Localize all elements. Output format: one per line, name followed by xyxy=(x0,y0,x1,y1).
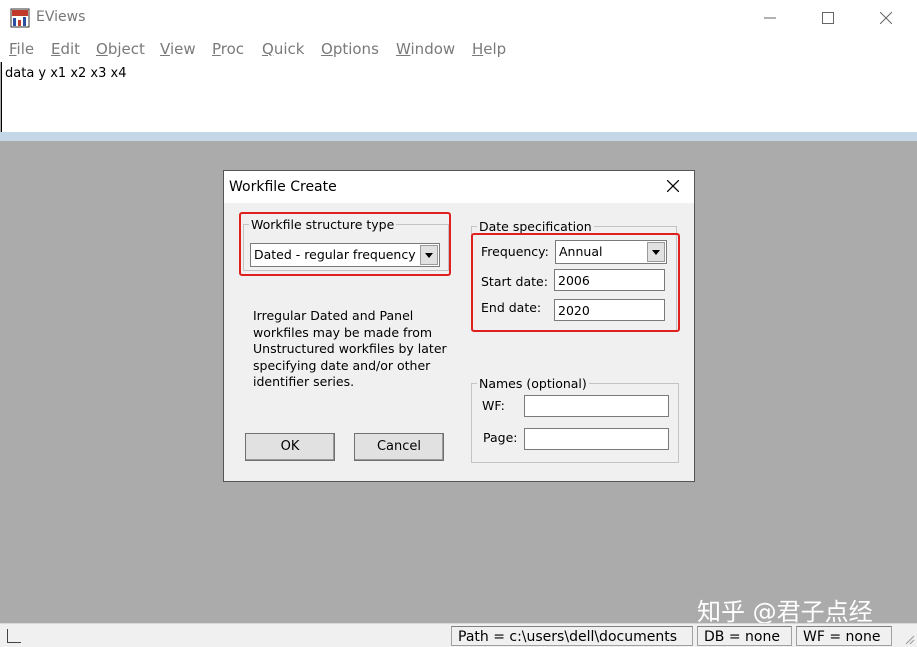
status-path[interactable]: Path = c:\users\dell\documents xyxy=(451,626,693,646)
ok-button[interactable]: OK xyxy=(245,433,335,461)
page-name-label: Page: xyxy=(483,430,518,445)
cancel-button[interactable]: Cancel xyxy=(354,433,444,461)
menu-options[interactable]: Options xyxy=(321,40,379,58)
close-icon xyxy=(879,11,893,25)
eviews-app-icon[interactable] xyxy=(10,8,30,28)
status-indicator-icon xyxy=(7,629,21,643)
title-bar: EViews xyxy=(0,0,917,38)
page-name-input[interactable] xyxy=(524,428,669,450)
maximize-button[interactable] xyxy=(805,4,851,34)
maximize-icon xyxy=(822,12,834,24)
menu-edit[interactable]: Edit xyxy=(51,40,80,58)
status-bar: Path = c:\users\dell\documents DB = none… xyxy=(0,623,917,647)
menu-quick[interactable]: Quick xyxy=(262,40,304,58)
command-text: data y x1 x2 x3 x4 xyxy=(5,66,127,81)
workfile-create-dialog: Workfile Create Workfile structure type … xyxy=(223,170,695,482)
date-spec-highlight xyxy=(471,233,680,332)
watermark-text: 知乎 @君子点经 xyxy=(697,598,873,626)
menu-window[interactable]: Window xyxy=(396,40,455,58)
minimize-icon xyxy=(764,17,776,19)
info-text: Irregular Dated and Panel workfiles may … xyxy=(253,308,447,389)
menu-object[interactable]: Object xyxy=(96,40,145,58)
wf-name-input[interactable] xyxy=(524,395,669,417)
date-spec-legend: Date specification xyxy=(479,219,592,234)
menu-bar: File Edit Object View Proc Quick Options… xyxy=(0,38,917,62)
structure-type-highlight xyxy=(239,212,451,276)
command-window[interactable]: data y x1 x2 x3 x4 xyxy=(1,62,917,132)
status-db[interactable]: DB = none xyxy=(697,626,792,646)
wf-name-label: WF: xyxy=(482,398,505,413)
close-button[interactable] xyxy=(863,4,909,34)
command-window-splitter[interactable] xyxy=(0,132,917,141)
resize-grip-icon[interactable] xyxy=(903,633,915,645)
status-wf[interactable]: WF = none xyxy=(796,626,892,646)
minimize-button[interactable] xyxy=(747,4,793,34)
menu-proc[interactable]: Proc xyxy=(212,40,244,58)
app-title: EViews xyxy=(36,9,86,25)
names-legend: Names (optional) xyxy=(479,376,587,391)
dialog-title: Workfile Create xyxy=(229,179,337,195)
dialog-title-bar: Workfile Create xyxy=(224,171,694,203)
dialog-close-button[interactable] xyxy=(658,175,688,199)
menu-view[interactable]: View xyxy=(160,40,196,58)
close-icon xyxy=(666,179,680,193)
menu-help[interactable]: Help xyxy=(472,40,506,58)
menu-file[interactable]: File xyxy=(9,40,34,58)
